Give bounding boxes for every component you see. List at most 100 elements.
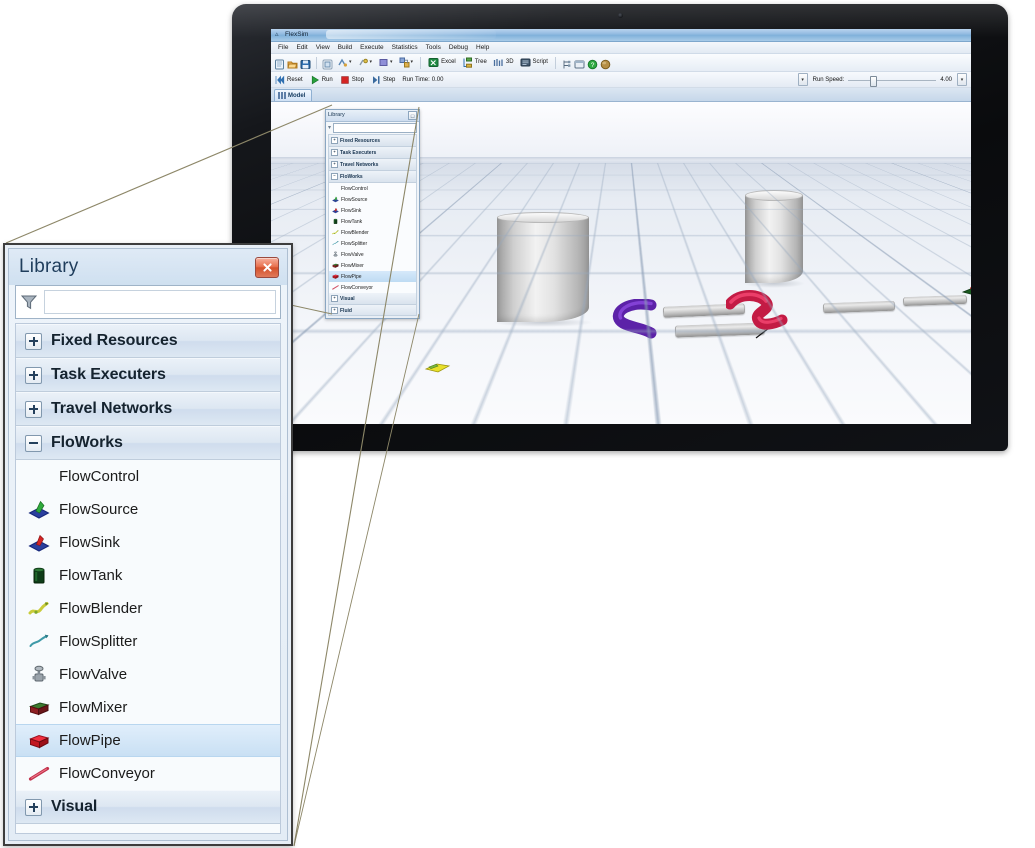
plus-icon[interactable]: + xyxy=(331,149,338,156)
run-button[interactable]: Run xyxy=(310,75,333,85)
tab-model[interactable]: Model xyxy=(274,89,313,101)
library-category-task-executers[interactable]: Task Executers xyxy=(16,358,280,392)
library-category-visual[interactable]: Visual xyxy=(16,790,280,824)
library-item-flowtank[interactable]: FlowTank xyxy=(16,559,280,592)
reset-button[interactable]: Reset xyxy=(275,75,303,85)
menu-build[interactable]: Build xyxy=(334,42,356,53)
main-toolbar[interactable]: ▾ ▾ ▾ ▾ Excel Tree 3D Script ? xyxy=(271,54,971,72)
library-small-category-task-executers[interactable]: + Task Executers xyxy=(329,147,416,159)
library-small-item-flowmixer[interactable]: FlowMixer xyxy=(329,260,416,271)
menu-file[interactable]: File xyxy=(274,42,292,53)
library-item-flowpipe[interactable]: FlowPipe xyxy=(16,724,280,757)
library-item-flowmixer[interactable]: FlowMixer xyxy=(16,691,280,724)
library-small-item-flowpipe[interactable]: FlowPipe xyxy=(329,271,416,282)
disconnect-objects-tool[interactable]: ▾ xyxy=(356,57,375,68)
open-file-icon[interactable] xyxy=(287,57,298,69)
group-objects-tool[interactable]: ▾ xyxy=(397,57,416,68)
run-toolbar[interactable]: Reset Run Stop Step Run Time: 0.00 ▾ Run… xyxy=(271,72,971,88)
library-large-list[interactable]: Fixed Resources Task Executers Travel Ne… xyxy=(15,323,281,834)
view3d-button[interactable]: 3D xyxy=(491,57,516,68)
library-item-flowsplitter[interactable]: FlowSplitter xyxy=(16,625,280,658)
library-small-item-flowsink[interactable]: FlowSink xyxy=(329,205,416,216)
flow-pipe-grey-4[interactable] xyxy=(902,294,968,307)
highlight-color-tool[interactable]: ▾ xyxy=(376,57,395,68)
flow-tank-right[interactable] xyxy=(742,190,806,288)
slider-thumb[interactable] xyxy=(870,75,878,87)
library-small-item-flowvalve[interactable]: FlowValve xyxy=(329,249,416,260)
library-window-small[interactable]: Library □ ▾ + Fixed Resources + Task Exec… xyxy=(325,109,420,319)
library-item-flowcontrol[interactable]: FlowControl xyxy=(16,460,280,493)
chevron-down-icon[interactable]: ▾ xyxy=(370,57,373,68)
flow-tank-left[interactable] xyxy=(493,212,593,327)
library-small-item-flowtank[interactable]: FlowTank xyxy=(329,216,416,227)
library-small-category-fixed-resources[interactable]: + Fixed Resources xyxy=(329,135,416,147)
menu-edit[interactable]: Edit xyxy=(292,42,311,53)
tree-button[interactable]: Tree xyxy=(460,57,489,68)
library-large-search-row[interactable] xyxy=(15,285,281,319)
plus-icon[interactable]: + xyxy=(331,295,338,302)
sphere-icon[interactable] xyxy=(600,57,611,70)
library-item-flowblender[interactable]: FlowBlender xyxy=(16,592,280,625)
library-item-flowsource[interactable]: FlowSource xyxy=(16,493,280,526)
runspeed-slider[interactable] xyxy=(848,75,937,87)
library-item-flowconveyor[interactable]: FlowConveyor xyxy=(16,757,280,790)
plus-icon[interactable]: + xyxy=(331,161,338,168)
minus-icon[interactable] xyxy=(25,434,42,452)
library-small-item-flowsplitter[interactable]: FlowSplitter xyxy=(329,238,416,249)
flow-sink-object[interactable] xyxy=(961,282,971,302)
save-file-icon[interactable] xyxy=(300,57,311,69)
library-small-category-travel-networks[interactable]: + Travel Networks xyxy=(329,159,416,171)
menu-view[interactable]: View xyxy=(312,42,334,53)
connect-objects-tool[interactable]: ▾ xyxy=(335,57,354,68)
menu-debug[interactable]: Debug xyxy=(445,42,472,53)
plus-icon[interactable]: + xyxy=(331,307,338,314)
flow-source-object[interactable] xyxy=(423,360,451,379)
chevron-down-icon[interactable]: ▾ xyxy=(411,57,414,68)
flow-pipe-grey-3[interactable] xyxy=(822,300,896,314)
chevron-down-icon[interactable]: ▾ xyxy=(349,57,352,68)
menu-execute[interactable]: Execute xyxy=(356,42,388,53)
excel-button[interactable]: Excel xyxy=(426,57,458,68)
new-file-icon[interactable] xyxy=(274,57,285,70)
library-small-item-flowsource[interactable]: FlowSource xyxy=(329,194,416,205)
menu-help[interactable]: Help xyxy=(472,42,493,53)
library-category-floworks[interactable]: FloWorks xyxy=(16,426,280,460)
script-button[interactable]: Script xyxy=(518,57,550,68)
library-item-flowvalve[interactable]: FlowValve xyxy=(16,658,280,691)
stop-button[interactable]: Stop xyxy=(340,75,364,85)
library-category-fixed-resources[interactable]: Fixed Resources xyxy=(16,324,280,358)
library-small-search-row[interactable]: ▾ xyxy=(328,123,417,133)
document-tab-bar[interactable]: Model xyxy=(271,88,971,102)
library-item-flowsink[interactable]: FlowSink xyxy=(16,526,280,559)
plus-icon[interactable]: + xyxy=(331,137,338,144)
library-small-list[interactable]: + Fixed Resources + Task Executers + Trave… xyxy=(328,134,417,316)
plus-icon[interactable] xyxy=(25,332,42,350)
step-button[interactable]: Step xyxy=(371,75,395,85)
plus-icon[interactable] xyxy=(25,798,42,816)
library-window-large[interactable]: Library Fixed Resources Task Executers T… xyxy=(3,243,293,846)
flow-pipe-red[interactable] xyxy=(724,288,788,341)
library-small-category-visual[interactable]: + Visual xyxy=(329,293,416,305)
plus-icon[interactable] xyxy=(25,400,42,418)
library-small-category-floworks[interactable]: − FloWorks xyxy=(329,171,416,183)
library-small-category-fluid[interactable]: + Fluid xyxy=(329,305,416,315)
library-small-titlebar[interactable]: Library □ xyxy=(326,110,419,122)
library-small-item-flowconveyor[interactable]: FlowConveyor xyxy=(329,282,416,293)
minus-icon[interactable]: − xyxy=(331,173,338,180)
library-large-titlebar[interactable]: Library xyxy=(9,249,287,285)
plus-icon[interactable] xyxy=(25,366,42,384)
window-layout-icon[interactable] xyxy=(574,57,585,69)
library-category-travel-networks[interactable]: Travel Networks xyxy=(16,392,280,426)
runspeed-increment-spinner[interactable]: ▾ xyxy=(957,73,967,86)
library-search-input[interactable] xyxy=(44,290,276,314)
tree-navigate-icon[interactable] xyxy=(561,57,572,69)
library-small-search-input[interactable] xyxy=(333,123,417,133)
library-small-close-button[interactable]: □ xyxy=(408,111,417,120)
flow-pipe-purple[interactable] xyxy=(607,298,657,346)
library-small-item-flowcontrol[interactable]: FlowControl xyxy=(329,183,416,194)
menu-tools[interactable]: Tools xyxy=(422,42,445,53)
runspeed-decrement-spinner[interactable]: ▾ xyxy=(797,73,808,86)
menu-bar[interactable]: File Edit View Build Execute Statistics … xyxy=(271,42,971,54)
help-icon[interactable]: ? xyxy=(587,57,598,70)
library-small-item-flowblender[interactable]: FlowBlender xyxy=(329,227,416,238)
